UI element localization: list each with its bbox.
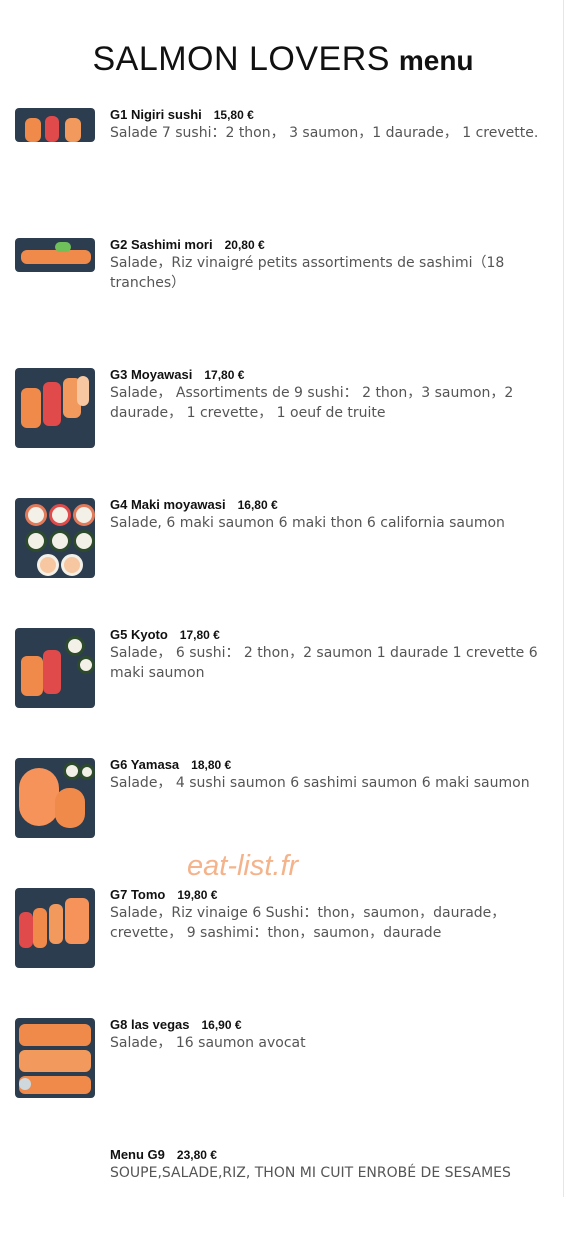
item-name: G4 Maki moyawasi bbox=[110, 497, 226, 512]
menu-item-g2[interactable]: G2 Sashimi mori 20,80 € Salade，Riz vinaig… bbox=[15, 237, 555, 328]
las-vegas-photo bbox=[15, 1018, 95, 1098]
menu-item-g4[interactable]: G4 Maki moyawasi 16,80 € Salade, 6 maki s… bbox=[15, 497, 555, 588]
item-name: G2 Sashimi mori bbox=[110, 237, 213, 252]
menu-item-g7[interactable]: G7 Tomo 19,80 € Salade，Riz vinaige 6 Sush… bbox=[15, 887, 555, 978]
item-name: G5 Kyoto bbox=[110, 627, 168, 642]
item-name: G1 Nigiri sushi bbox=[110, 107, 202, 122]
kyoto-photo bbox=[15, 628, 95, 708]
moyawasi-photo bbox=[15, 368, 95, 448]
item-name: G7 Tomo bbox=[110, 887, 166, 902]
yamasa-photo bbox=[15, 758, 95, 838]
item-price: 16,80 € bbox=[237, 498, 278, 512]
item-description: Salade， 6 sushi： 2 thon，2 saumon 1 daura… bbox=[110, 645, 538, 681]
item-description: Salade， 16 saumon avocat bbox=[110, 1035, 306, 1051]
title-main: SALMON LOVERS bbox=[92, 40, 390, 78]
item-price: 19,80 € bbox=[177, 888, 218, 902]
tomo-photo bbox=[15, 888, 95, 968]
item-description: Salade, 6 maki saumon 6 maki thon 6 cali… bbox=[110, 515, 505, 531]
item-description: Salade 7 sushi：2 thon， 3 saumon，1 daurad… bbox=[110, 125, 539, 141]
watermark-text: eat-list.fr bbox=[187, 850, 299, 882]
page-divider bbox=[563, 0, 564, 1197]
menu-item-g6[interactable]: G6 Yamasa 18,80 € Salade， 4 sushi saumon … bbox=[15, 757, 555, 848]
item-price: 20,80 € bbox=[224, 238, 265, 252]
menu-item-g9[interactable]: Menu G9 23,80 € SOUPE,SALADE,RIZ, THON MI… bbox=[15, 1147, 555, 1238]
item-description: Salade， 4 sushi saumon 6 sashimi saumon … bbox=[110, 775, 530, 791]
menu-item-g8[interactable]: G8 las vegas 16,90 € Salade， 16 saumon av… bbox=[15, 1017, 555, 1108]
item-name: G3 Moyawasi bbox=[110, 367, 193, 382]
item-price: 23,80 € bbox=[176, 1148, 217, 1162]
item-name: G8 las vegas bbox=[110, 1017, 190, 1032]
item-name: Menu G9 bbox=[110, 1147, 165, 1162]
nigiri-photo bbox=[15, 108, 95, 142]
menu-item-g5[interactable]: G5 Kyoto 17,80 € Salade， 6 sushi： 2 thon，… bbox=[15, 627, 555, 718]
item-price: 18,80 € bbox=[191, 758, 232, 772]
item-description: SOUPE,SALADE,RIZ, THON MI CUIT ENROBÉ DE… bbox=[110, 1165, 511, 1181]
sashimi-photo bbox=[15, 238, 95, 272]
menu-item-g1[interactable]: G1 Nigiri sushi 15,80 € Salade 7 sushi：2 … bbox=[15, 107, 555, 198]
item-name: G6 Yamasa bbox=[110, 757, 180, 772]
item-price: 17,80 € bbox=[204, 368, 245, 382]
item-price: 15,80 € bbox=[213, 108, 254, 122]
item-description: Salade，Riz vinaige 6 Sushi：thon，saumon，d… bbox=[110, 905, 506, 941]
menu-item-g3[interactable]: G3 Moyawasi 17,80 € Salade， Assortiments … bbox=[15, 367, 555, 458]
item-description: Salade，Riz vinaigré petits assortiments … bbox=[110, 255, 505, 291]
title-suffix: menu bbox=[398, 45, 474, 76]
maki-photo bbox=[15, 498, 95, 578]
item-price: 16,90 € bbox=[201, 1018, 242, 1032]
item-description: Salade， Assortiments de 9 sushi： 2 thon，… bbox=[110, 385, 514, 421]
page-title: SALMON LOVERS menu bbox=[0, 40, 566, 79]
item-price: 17,80 € bbox=[179, 628, 220, 642]
